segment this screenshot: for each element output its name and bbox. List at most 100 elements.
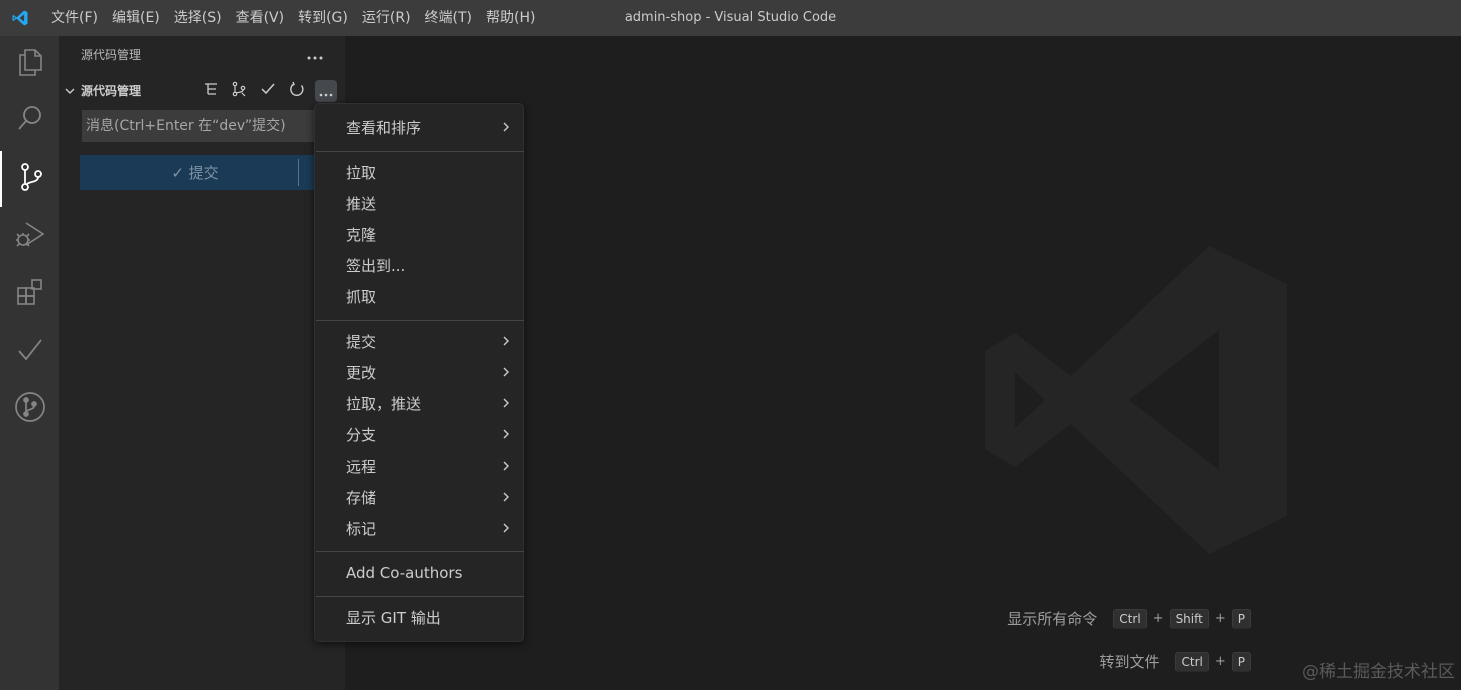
activity-testing[interactable] — [0, 324, 59, 380]
menu-item-label: 存储 — [346, 489, 377, 507]
menu-separator — [316, 551, 524, 552]
search-icon — [16, 104, 44, 136]
chevron-right-icon — [501, 390, 511, 418]
menu-item-pull-push[interactable]: 拉取，推送 — [315, 390, 525, 418]
source-control-icon — [17, 162, 45, 196]
site-watermark: @稀土掘金技术社区 — [1302, 662, 1455, 682]
menu-item-label: 抓取 — [346, 288, 377, 306]
chevron-right-icon — [501, 421, 511, 449]
chevron-right-icon — [501, 453, 511, 481]
source-control-sidebar: 源代码管理 源代码管理 消息(Ctrl+Enter 在“dev”提交) ✓ 提交 — [59, 36, 345, 690]
menu-item-label: 远程 — [346, 458, 377, 476]
menu-item-view-and-sort[interactable]: 查看和排序 — [315, 114, 525, 142]
menu-file[interactable]: 文件(F) — [40, 0, 105, 36]
menu-item-show-git-output[interactable]: 显示 GIT 输出 — [315, 604, 525, 632]
sidebar-title: 源代码管理 — [81, 48, 142, 62]
menu-item-clone[interactable]: 克隆 — [315, 221, 525, 249]
check-icon — [16, 336, 44, 368]
commit-dropdown-button[interactable] — [299, 155, 315, 190]
shortcut-label: 转到文件 — [1099, 653, 1160, 671]
menu-bar: 文件(F) 编辑(E) 选择(S) 查看(V) 转到(G) 运行(R) 终端(T… — [40, 0, 542, 36]
shortcut-show-all-commands: 显示所有命令 Ctrl + Shift + P — [1007, 608, 1251, 629]
plus-sign: + — [1152, 611, 1164, 626]
activity-explorer[interactable] — [0, 36, 59, 92]
menu-item-label: 推送 — [346, 195, 377, 213]
key-cap: Shift — [1169, 608, 1209, 629]
chevron-right-icon — [501, 515, 511, 543]
activity-source-control[interactable] — [0, 151, 59, 207]
commit-message-input[interactable]: 消息(Ctrl+Enter 在“dev”提交) — [82, 110, 322, 142]
menu-item-label: 拉取，推送 — [346, 395, 422, 413]
chevron-down-icon — [63, 83, 77, 102]
key-cap: Ctrl — [1113, 608, 1147, 629]
commit-check-button[interactable] — [257, 80, 279, 102]
menu-item-label: 显示 GIT 输出 — [346, 609, 441, 627]
refresh-button[interactable] — [286, 80, 308, 102]
git-graph-icon — [14, 391, 46, 427]
section-label: 源代码管理 — [81, 84, 142, 98]
menu-item-label: 查看和排序 — [346, 119, 422, 137]
menu-item-label: 拉取 — [346, 164, 377, 182]
commit-button-divider — [298, 159, 299, 186]
activity-extensions[interactable] — [0, 266, 59, 322]
key-cap: Ctrl — [1175, 651, 1209, 672]
menu-item-commit[interactable]: 提交 — [315, 328, 525, 356]
sidebar-more-button[interactable] — [305, 44, 325, 64]
refresh-icon — [289, 81, 305, 101]
files-icon — [16, 47, 44, 81]
menu-help[interactable]: 帮助(H) — [479, 0, 542, 36]
menu-item-fetch[interactable]: 抓取 — [315, 283, 525, 311]
menu-item-stash[interactable]: 存储 — [315, 484, 525, 512]
menu-view[interactable]: 查看(V) — [229, 0, 292, 36]
menu-item-push[interactable]: 推送 — [315, 190, 525, 218]
vscode-logo-icon[interactable] — [0, 0, 40, 36]
key-cap: P — [1231, 608, 1251, 629]
activity-search[interactable] — [0, 92, 59, 148]
activity-bar — [0, 36, 59, 690]
view-as-tree-button[interactable] — [200, 80, 222, 102]
menu-item-pull[interactable]: 拉取 — [315, 159, 525, 187]
chevron-right-icon — [501, 359, 511, 387]
commit-button[interactable]: ✓ 提交 — [80, 155, 310, 190]
extensions-icon — [15, 277, 45, 311]
menu-run[interactable]: 运行(R) — [355, 0, 418, 36]
menu-item-changes[interactable]: 更改 — [315, 359, 525, 387]
commit-check-icon — [260, 81, 276, 101]
menu-item-remote[interactable]: 远程 — [315, 453, 525, 481]
menu-separator — [316, 151, 524, 152]
shortcut-label: 显示所有命令 — [1007, 610, 1098, 628]
activity-git-graph[interactable] — [0, 381, 59, 437]
menu-item-branch[interactable]: 分支 — [315, 421, 525, 449]
branch-button[interactable] — [228, 80, 250, 102]
branch-icon — [231, 81, 247, 101]
more-actions-button[interactable] — [315, 80, 337, 102]
menu-item-label: 标记 — [346, 520, 377, 538]
menu-item-tags[interactable]: 标记 — [315, 515, 525, 543]
shortcut-go-to-file: 转到文件 Ctrl + P — [1099, 651, 1251, 672]
menu-item-label: 克隆 — [346, 226, 377, 244]
plus-sign: + — [1214, 654, 1226, 669]
menu-item-label: 签出到... — [346, 257, 406, 275]
more-actions-icon — [319, 82, 333, 101]
key-cap: P — [1231, 651, 1251, 672]
menu-item-label: 更改 — [346, 364, 377, 382]
menu-terminal[interactable]: 终端(T) — [418, 0, 479, 36]
ellipsis-icon — [307, 45, 323, 64]
run-debug-icon — [15, 219, 45, 253]
source-control-section-header[interactable]: 源代码管理 — [59, 80, 345, 102]
menu-item-add-co-authors[interactable]: Add Co-authors — [315, 559, 525, 587]
chevron-right-icon — [501, 328, 511, 356]
activity-run-debug[interactable] — [0, 208, 59, 264]
menu-item-label: Add Co-authors — [346, 564, 463, 582]
scm-more-actions-menu: 查看和排序 拉取 推送 克隆 签出到... 抓取 提交 更改 拉取，推送 分支 … — [314, 103, 524, 642]
menu-go[interactable]: 转到(G) — [291, 0, 355, 36]
vscode-watermark-icon — [983, 244, 1289, 560]
menu-selection[interactable]: 选择(S) — [167, 0, 229, 36]
menu-item-checkout-to[interactable]: 签出到... — [315, 252, 525, 280]
title-bar: 文件(F) 编辑(E) 选择(S) 查看(V) 转到(G) 运行(R) 终端(T… — [0, 0, 1461, 36]
menu-separator — [316, 320, 524, 321]
tree-view-icon — [203, 81, 219, 101]
menu-edit[interactable]: 编辑(E) — [105, 0, 167, 36]
plus-sign: + — [1214, 611, 1226, 626]
chevron-right-icon — [501, 114, 511, 142]
